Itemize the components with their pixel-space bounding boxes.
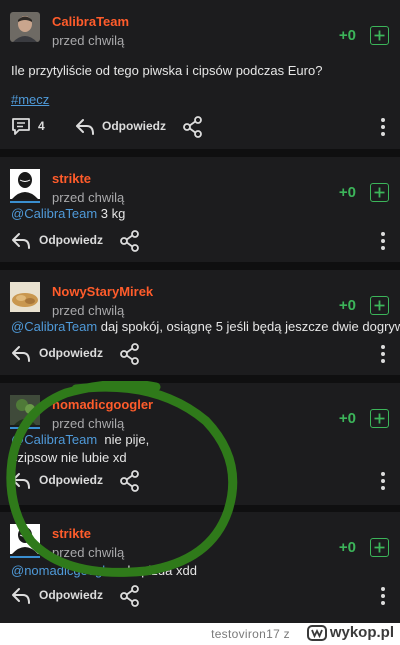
- entry-actions: Odpowiedz: [0, 343, 400, 367]
- comments-count: 4: [38, 119, 45, 133]
- comment-text: daj spokój, osiągnę 5 jeśli będą jeszcze…: [97, 319, 400, 334]
- plus-icon: [374, 187, 385, 198]
- entry-text: @CalibraTeam daj spokój, osiągnę 5 jeśli…: [11, 318, 400, 336]
- share-icon[interactable]: [120, 470, 140, 492]
- plus-icon: [374, 300, 385, 311]
- more-icon[interactable]: [380, 471, 386, 491]
- entry-text: @CalibraTeam nie pije, czipsow nie lubie…: [11, 431, 149, 467]
- plus-icon: [374, 413, 385, 424]
- reply-icon[interactable]: [11, 472, 31, 490]
- reply-icon[interactable]: [11, 587, 31, 605]
- avatar[interactable]: [10, 12, 40, 46]
- mention-link[interactable]: @CalibraTeam: [11, 319, 97, 334]
- timestamp: przed chwilą: [52, 190, 125, 205]
- more-icon[interactable]: [380, 344, 386, 364]
- entry-actions: Odpowiedz: [0, 470, 400, 494]
- comments-icon[interactable]: [11, 117, 31, 136]
- username[interactable]: strikte: [52, 171, 91, 186]
- avatar[interactable]: [10, 524, 40, 558]
- comment-text: 3 kg: [97, 206, 126, 221]
- wykop-logo-text: wykop.pl: [329, 624, 394, 641]
- reply-button[interactable]: Odpowiedz: [39, 233, 103, 247]
- entry-text: Ile przytyliście od tego piwska i cipsów…: [11, 63, 323, 78]
- avatar[interactable]: [10, 169, 40, 203]
- entry-comment: nomadicgoogler przed chwilą +0 @CalibraT…: [0, 383, 400, 505]
- entry-text: @CalibraTeam 3 kg: [11, 205, 125, 223]
- vote-count: +0: [338, 297, 356, 314]
- username[interactable]: CalibraTeam: [52, 14, 129, 29]
- entry-comment: strikte przed chwilą +0 @nomadicgoogler …: [0, 512, 400, 623]
- entry-text: @nomadicgoogler ale pizda xdd: [11, 562, 197, 580]
- reply-icon[interactable]: [11, 232, 31, 250]
- mention-link[interactable]: @CalibraTeam: [11, 432, 97, 447]
- comment-text-line2: czipsow nie lubie xd: [11, 450, 127, 465]
- watermark-user: testoviron17 z: [211, 627, 290, 641]
- vote-count: +0: [338, 27, 356, 44]
- share-icon[interactable]: [120, 343, 140, 365]
- share-icon[interactable]: [120, 585, 140, 607]
- comment-text: nie pije,: [97, 432, 150, 447]
- timestamp: przed chwilą: [52, 303, 125, 318]
- avatar[interactable]: [10, 395, 40, 429]
- timestamp: przed chwilą: [52, 33, 125, 48]
- reply-button[interactable]: Odpowiedz: [102, 119, 166, 133]
- entry-comment: NowyStaryMirek przed chwilą +0 @CalibraT…: [0, 270, 400, 375]
- more-icon[interactable]: [380, 117, 386, 137]
- username[interactable]: strikte: [52, 526, 91, 541]
- vote-count: +0: [338, 539, 356, 556]
- more-icon[interactable]: [380, 586, 386, 606]
- reply-icon[interactable]: [11, 345, 31, 363]
- watermark-bar: testoviron17 z wykop.pl: [0, 623, 400, 645]
- reply-button[interactable]: Odpowiedz: [39, 346, 103, 360]
- more-icon[interactable]: [380, 231, 386, 251]
- vote-count: +0: [338, 410, 356, 427]
- entry-post: CalibraTeam przed chwilą +0 Ile przytyli…: [0, 0, 400, 149]
- username[interactable]: nomadicgoogler: [52, 397, 153, 412]
- upvote-button[interactable]: [370, 26, 389, 45]
- comment-text: ale pizda xdd: [116, 563, 197, 578]
- entry-actions: 4 Odpowiedz: [0, 116, 400, 140]
- vote-count: +0: [338, 184, 356, 201]
- upvote-button[interactable]: [370, 296, 389, 315]
- reply-icon[interactable]: [75, 118, 95, 136]
- avatar[interactable]: [10, 282, 40, 316]
- username[interactable]: NowyStaryMirek: [52, 284, 153, 299]
- upvote-button[interactable]: [370, 538, 389, 557]
- timestamp: przed chwilą: [52, 545, 125, 560]
- reply-button[interactable]: Odpowiedz: [39, 588, 103, 602]
- tag-link[interactable]: #mecz: [11, 92, 49, 107]
- upvote-button[interactable]: [370, 409, 389, 428]
- timestamp: przed chwilą: [52, 416, 125, 431]
- reply-button[interactable]: Odpowiedz: [39, 473, 103, 487]
- wykop-logo-icon: [306, 624, 327, 641]
- wykop-logo: wykop.pl: [306, 624, 394, 641]
- share-icon[interactable]: [120, 230, 140, 252]
- plus-icon: [374, 30, 385, 41]
- comment-feed: CalibraTeam przed chwilą +0 Ile przytyli…: [0, 0, 400, 623]
- entry-actions: Odpowiedz: [0, 585, 400, 609]
- mention-link[interactable]: @nomadicgoogler: [11, 563, 117, 578]
- share-icon[interactable]: [183, 116, 203, 138]
- plus-icon: [374, 542, 385, 553]
- entry-comment: strikte przed chwilą +0 @CalibraTeam 3 k…: [0, 157, 400, 262]
- entry-actions: Odpowiedz: [0, 230, 400, 254]
- upvote-button[interactable]: [370, 183, 389, 202]
- mention-link[interactable]: @CalibraTeam: [11, 206, 97, 221]
